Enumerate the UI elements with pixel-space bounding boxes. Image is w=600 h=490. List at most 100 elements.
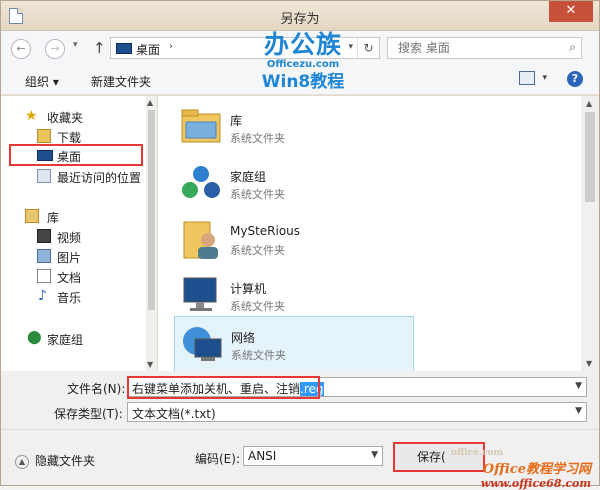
music-icon: ♪: [38, 288, 47, 304]
sidebar-item-label: 收藏夹: [47, 111, 84, 125]
filetype-value[interactable]: 文本文档(*.txt): [132, 405, 216, 422]
file-type: 系统文件夹: [230, 300, 285, 313]
up-button[interactable]: ↑: [93, 39, 106, 57]
sidebar-item-pictures[interactable]: 图片: [1, 246, 146, 266]
file-type: 系统文件夹: [231, 349, 286, 362]
desktop-icon: [37, 150, 53, 161]
homegroup-icon: ⬤: [27, 330, 42, 345]
site-logo: 办公族 Officezu.com Win8教程: [253, 31, 353, 101]
forward-button[interactable]: →: [45, 39, 65, 59]
download-folder-icon: [37, 129, 51, 143]
file-list: 库 系统文件夹 家庭组 系统文件夹 MySteRious 系统文件夹 计算机 系…: [158, 96, 599, 372]
sidebar-item-recent[interactable]: 最近访问的位置: [1, 166, 146, 186]
logo-subtitle: Win8教程: [261, 72, 345, 92]
file-list-scrollbar[interactable]: ▲ ▼: [581, 96, 599, 371]
file-name: 网络: [231, 331, 256, 345]
watermark: office.com Office教程学习网 www.office68.com: [441, 448, 591, 490]
sidebar-item-label: 桌面: [57, 150, 82, 164]
sidebar-item-label: 家庭组: [47, 333, 84, 347]
chevron-up-icon[interactable]: ▲: [15, 454, 29, 469]
chevron-down-icon[interactable]: ▼: [575, 406, 582, 416]
encoding-label: 编码(E):: [195, 452, 240, 466]
scroll-down-icon[interactable]: ▼: [147, 360, 153, 369]
sidebar-item-homegroup[interactable]: ⬤ 家庭组: [1, 328, 146, 348]
library-icon: [25, 209, 39, 223]
save-form: 文件名(N): 右键菜单添加关机、重启、注销.reg ▼ 保存类型(T): 文本…: [1, 371, 599, 429]
filetype-label: 保存类型(T):: [54, 407, 123, 421]
recent-places-icon: [37, 169, 51, 183]
pictures-icon: [37, 249, 51, 263]
dialog-footer: ▲ 隐藏文件夹 编码(E): ANSI ▼ 保存( office.com Offi…: [1, 429, 599, 490]
encoding-value[interactable]: ANSI: [248, 449, 276, 463]
back-button[interactable]: ←: [11, 39, 31, 59]
view-icon[interactable]: [519, 71, 535, 85]
sidebar-item-videos[interactable]: 视频: [1, 226, 146, 246]
sidebar-item-downloads[interactable]: 下载: [1, 126, 146, 146]
address-path[interactable]: 桌面: [136, 41, 160, 58]
file-name: 计算机: [230, 282, 267, 296]
sidebar-item-music[interactable]: ♪ 音乐: [1, 286, 146, 306]
scrollbar-thumb[interactable]: [148, 110, 155, 310]
watermark-main: Office教程学习网: [482, 462, 591, 477]
filetype-select[interactable]: 文本文档(*.txt) ▼: [127, 402, 587, 422]
help-button[interactable]: ?: [567, 71, 583, 87]
logo-title: 办公族: [263, 30, 342, 59]
watermark-top: office.com: [451, 448, 504, 458]
desktop-icon: [116, 43, 132, 54]
scroll-up-icon[interactable]: ▲: [586, 99, 592, 108]
sidebar-item-libraries[interactable]: 库: [1, 206, 146, 226]
list-item[interactable]: MySteRious 系统文件夹: [174, 212, 414, 268]
sidebar-item-label: 最近访问的位置: [57, 171, 142, 185]
star-icon: ★: [25, 108, 38, 124]
sidebar-item-favorites[interactable]: ★ 收藏夹: [1, 106, 146, 126]
filename-label: 文件名(N):: [67, 382, 126, 396]
sidebar-item-label: 库: [47, 211, 60, 225]
video-icon: [37, 229, 51, 243]
list-item[interactable]: 家庭组 系统文件夹: [174, 156, 414, 212]
encoding-select[interactable]: ANSI ▼: [243, 446, 383, 466]
filename-highlight: [127, 376, 320, 399]
network-icon: [183, 327, 222, 361]
user-folder-icon: [183, 221, 218, 259]
homegroup-icon: [182, 166, 220, 198]
computer-icon: [183, 277, 217, 311]
sidebar-item-desktop[interactable]: 桌面: [9, 144, 143, 166]
title-bar: 另存为 ✕: [1, 1, 599, 31]
search-box[interactable]: ⌕: [387, 37, 582, 59]
sidebar-item-label: 音乐: [57, 291, 82, 305]
sidebar-item-label: 图片: [57, 251, 82, 265]
file-type: 系统文件夹: [230, 244, 285, 257]
new-folder-button[interactable]: 新建文件夹: [91, 73, 151, 90]
navigation-pane: ★ 收藏夹 下载 桌面 最近访问的位置 库 视频 图片 文档 ♪ 音乐 ⬤ 家庭…: [1, 96, 157, 371]
refresh-button[interactable]: ↻: [357, 38, 379, 58]
chevron-down-icon[interactable]: ▼: [371, 450, 378, 460]
scrollbar-thumb[interactable]: [585, 112, 595, 202]
scroll-up-icon[interactable]: ▲: [147, 98, 153, 107]
chevron-right-icon[interactable]: ›: [169, 41, 173, 52]
file-name: MySteRious: [230, 224, 301, 238]
history-dropdown[interactable]: ▾: [73, 40, 78, 50]
hide-folders-toggle[interactable]: ▲ 隐藏文件夹: [15, 452, 95, 469]
file-name: 家庭组: [230, 170, 267, 184]
scroll-down-icon[interactable]: ▼: [586, 359, 592, 368]
sidebar-item-documents[interactable]: 文档: [1, 266, 146, 286]
search-input[interactable]: [396, 40, 556, 56]
logo-domain: Officezu.com: [266, 59, 340, 70]
file-type: 系统文件夹: [230, 132, 285, 145]
hide-folders-label[interactable]: 隐藏文件夹: [35, 454, 95, 468]
search-icon[interactable]: ⌕: [569, 40, 576, 55]
chevron-down-icon[interactable]: ▼: [575, 381, 582, 391]
file-name: 库: [230, 114, 243, 128]
sidebar-scrollbar[interactable]: ▲ ▼: [146, 96, 157, 371]
save-as-dialog: 另存为 ✕ ← → ▾ ↑ 桌面 › ▾ ↻ ⌕ 组织 ▾ 新建文件夹 ▾ ? …: [0, 0, 600, 490]
file-type: 系统文件夹: [230, 188, 285, 201]
close-button[interactable]: ✕: [549, 1, 593, 22]
watermark-url: www.office68.com: [480, 477, 591, 490]
organize-menu[interactable]: 组织 ▾: [25, 73, 59, 90]
view-dropdown[interactable]: ▾: [542, 73, 547, 83]
list-item[interactable]: 库 系统文件夹: [174, 100, 414, 156]
list-item[interactable]: 网络 系统文件夹: [174, 316, 414, 372]
window-title: 另存为: [280, 12, 320, 27]
documents-icon: [37, 269, 51, 283]
sidebar-item-label: 文档: [57, 271, 82, 285]
